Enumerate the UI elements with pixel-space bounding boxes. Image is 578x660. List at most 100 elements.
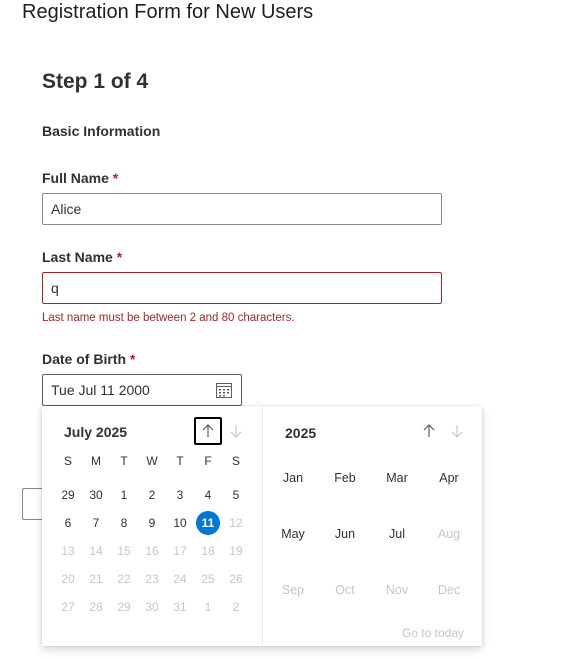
day-cell: 23 — [138, 565, 166, 593]
weekday-label: S — [231, 454, 240, 468]
month-cell-jul[interactable]: Jul — [371, 506, 423, 562]
day-cell: 1 — [194, 593, 222, 621]
month-cell-jan[interactable]: Jan — [267, 450, 319, 506]
weekday-label: M — [91, 454, 101, 468]
day-number: 20 — [61, 572, 75, 586]
last-name-input[interactable] — [42, 272, 442, 304]
day-number: 4 — [204, 488, 212, 502]
day-cell: 27 — [54, 593, 82, 621]
day-number: 29 — [61, 488, 75, 502]
prev-year-button[interactable] — [415, 417, 443, 445]
day-number: 25 — [201, 572, 215, 586]
dob-label-text: Date of Birth — [42, 351, 126, 367]
day-cell: 18 — [194, 537, 222, 565]
dob-date-picker[interactable]: Tue Jul 11 2000 — [42, 374, 242, 406]
day-number: 8 — [120, 516, 128, 530]
month-cell-apr[interactable]: Apr — [423, 450, 475, 506]
weekday-label: F — [204, 454, 212, 468]
full-name-input[interactable] — [42, 193, 442, 225]
selected-day[interactable]: 11 — [194, 509, 222, 537]
step-title: Step 1 of 4 — [42, 70, 149, 93]
week-row: 13 14 15 16 17 18 19 — [54, 537, 250, 565]
day-cell: 25 — [194, 565, 222, 593]
full-name-label-text: Full Name — [42, 170, 109, 186]
day-number: 13 — [61, 544, 75, 558]
week-row: 29 30 1 2 3 4 5 — [54, 481, 250, 509]
week-row: 6 7 8 9 10 11 12 — [54, 509, 250, 537]
calendar-icon[interactable] — [216, 382, 232, 398]
month-header[interactable]: July 2025 — [64, 424, 127, 440]
day-cell[interactable]: 3 — [166, 481, 194, 509]
month-cell-feb[interactable]: Feb — [319, 450, 371, 506]
day-number: 29 — [117, 600, 131, 614]
day-cell: 22 — [110, 565, 138, 593]
day-cell[interactable]: 9 — [138, 509, 166, 537]
day-number: 5 — [232, 488, 240, 502]
day-number: 22 — [117, 572, 131, 586]
month-cell-may[interactable]: May — [267, 506, 319, 562]
month-cell-aug: Aug — [437, 527, 461, 541]
day-cell: 21 — [82, 565, 110, 593]
day-cell: 24 — [166, 565, 194, 593]
day-number: 26 — [229, 572, 243, 586]
dob-label: Date of Birth * — [42, 351, 135, 367]
day-number: 21 — [89, 572, 103, 586]
day-number: 7 — [92, 516, 100, 530]
day-cell[interactable]: 4 — [194, 481, 222, 509]
day-cell: 12 — [222, 509, 250, 537]
month-cell-sep: Sep — [281, 583, 305, 597]
next-month-button[interactable] — [222, 417, 250, 445]
arrow-up-icon — [423, 424, 435, 437]
day-cell[interactable]: 2 — [138, 481, 166, 509]
arrow-down-icon — [451, 425, 463, 438]
month-cell-oct: Oct — [335, 583, 355, 597]
full-name-label: Full Name * — [42, 170, 118, 186]
year-header[interactable]: 2025 — [285, 425, 316, 441]
day-cell[interactable]: 8 — [110, 509, 138, 537]
required-mark: * — [116, 249, 123, 265]
month-picker: 2025 Jan Feb Mar Apr May Jun Jul Aug Sep Oct Nov De… — [263, 406, 482, 646]
day-number: 23 — [145, 572, 159, 586]
day-number: 27 — [61, 600, 75, 614]
day-cell[interactable]: 29 — [54, 481, 82, 509]
month-cell-jun[interactable]: Jun — [319, 506, 371, 562]
day-number: 15 — [117, 544, 131, 558]
day-cell: 15 — [110, 537, 138, 565]
day-cell[interactable]: 30 — [82, 481, 110, 509]
day-cell[interactable]: 10 — [166, 509, 194, 537]
month-cell-dec: Dec — [437, 583, 461, 597]
day-number: 18 — [201, 544, 215, 558]
month-grid: Jan Feb Mar Apr May Jun Jul Aug Sep Oct Nov Dec — [267, 450, 475, 618]
day-cell[interactable]: 6 — [54, 509, 82, 537]
last-name-label-text: Last Name — [42, 249, 113, 265]
day-cell: 19 — [222, 537, 250, 565]
day-number: 6 — [64, 516, 72, 530]
week-row: 20 21 22 23 24 25 26 — [54, 565, 250, 593]
day-number: 31 — [173, 600, 187, 614]
day-number: 11 — [196, 511, 220, 535]
day-cell: 28 — [82, 593, 110, 621]
day-cell: 29 — [110, 593, 138, 621]
day-cell[interactable]: 1 — [110, 481, 138, 509]
required-mark: * — [112, 170, 119, 186]
day-cell[interactable]: 5 — [222, 481, 250, 509]
day-cell[interactable]: 7 — [82, 509, 110, 537]
go-to-today-link[interactable]: Go to today — [402, 626, 464, 640]
next-year-button[interactable] — [443, 417, 471, 445]
required-mark: * — [129, 351, 136, 367]
day-cell: 2 — [222, 593, 250, 621]
weekday-label: S — [63, 454, 72, 468]
prev-month-button[interactable] — [194, 417, 222, 445]
weekday-label: T — [176, 454, 184, 468]
day-number: 2 — [232, 600, 240, 614]
day-grid: 29 30 1 2 3 4 5 6 7 8 9 10 11 12 13 14 15 16 17 18 19 20 21 22 2… — [54, 481, 250, 621]
day-number: 3 — [176, 488, 184, 502]
arrow-down-icon — [230, 425, 242, 438]
day-number: 17 — [173, 544, 187, 558]
weekday-label: W — [146, 454, 158, 468]
day-cell: 30 — [138, 593, 166, 621]
weekday-label: T — [120, 454, 128, 468]
last-name-error: Last name must be between 2 and 80 chara… — [42, 312, 295, 324]
month-cell-mar[interactable]: Mar — [371, 450, 423, 506]
day-number: 14 — [89, 544, 103, 558]
